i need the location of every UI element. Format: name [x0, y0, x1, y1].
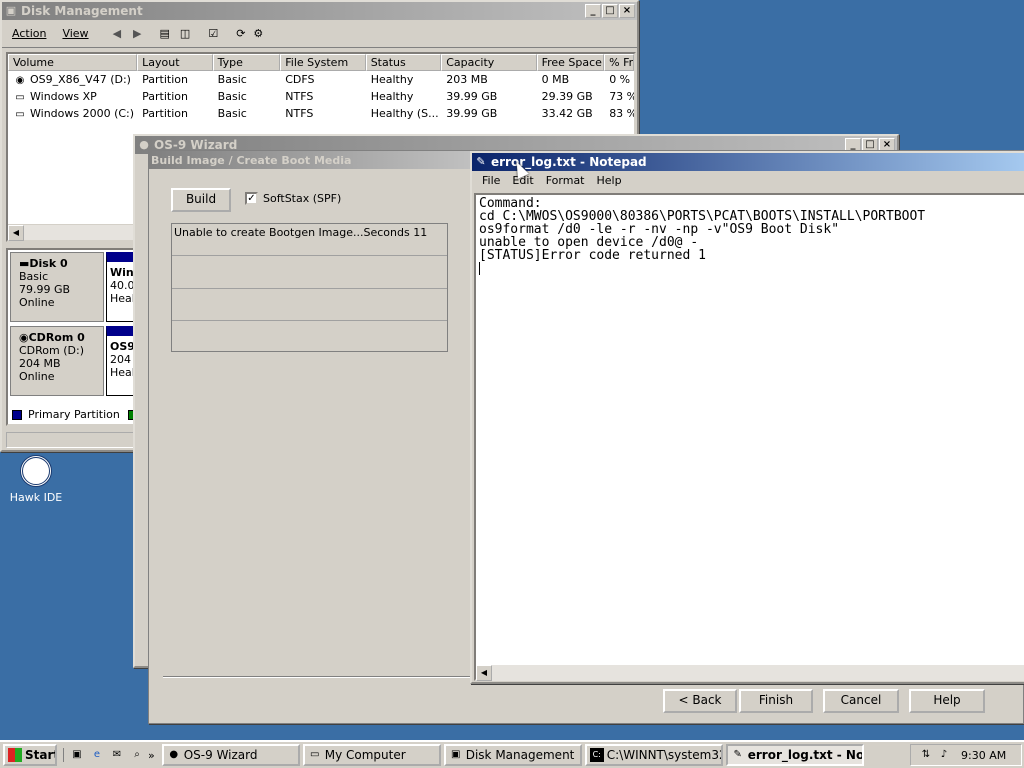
- menu-format[interactable]: Format: [540, 174, 591, 187]
- computer-management-icon: ▣: [451, 749, 461, 760]
- os9-logo-icon: ●: [169, 749, 179, 760]
- col-free-space[interactable]: Free Space: [536, 54, 605, 71]
- back-button[interactable]: < Back: [663, 689, 737, 713]
- menu-help[interactable]: Help: [591, 174, 628, 187]
- taskbar-item-cmd[interactable]: C:C:\WINNT\system32\...: [584, 744, 723, 766]
- softstax-checkbox-row[interactable]: ✓ SoftStax (SPF): [245, 192, 341, 205]
- notepad-icon: ✎: [476, 155, 486, 168]
- volume-icon[interactable]: ♪: [937, 748, 951, 762]
- show-hide-tree-icon[interactable]: ◫: [180, 27, 190, 40]
- disk-management-title: Disk Management: [21, 4, 143, 18]
- quick-launch: ▣ e ✉ ⌕ »: [63, 748, 159, 762]
- forward-arrow-icon[interactable]: ▶: [133, 27, 141, 40]
- table-row[interactable]: ◉ OS9_X86_V47 (D:) Partition Basic CDFS H…: [8, 71, 634, 88]
- chevron-more-icon[interactable]: »: [148, 749, 155, 762]
- col-filesystem[interactable]: File System: [280, 54, 366, 71]
- log-line: Unable to create Bootgen Image...Seconds…: [172, 224, 447, 256]
- cdrom-0-tile[interactable]: ◉CDRom 0 CDRom (D:) 204 MB Online: [10, 326, 104, 396]
- separator-line: [163, 676, 471, 678]
- internet-explorer-icon[interactable]: e: [90, 748, 104, 762]
- minimize-button[interactable]: _: [585, 4, 601, 18]
- finish-button[interactable]: Finish: [739, 689, 813, 713]
- rescan-icon[interactable]: ⚙: [253, 27, 263, 40]
- col-volume[interactable]: Volume: [8, 54, 138, 71]
- close-button[interactable]: ×: [619, 4, 635, 18]
- taskbar-item-my-computer[interactable]: ▭ My Computer: [302, 744, 441, 766]
- windows-logo-icon: [8, 748, 22, 762]
- notepad-icon: ✎: [733, 749, 742, 760]
- folder-up-icon[interactable]: ▤: [160, 27, 170, 40]
- notepad-content: Command: cd C:\MWOS\OS9000\80386\PORTS\P…: [479, 196, 926, 263]
- menu-file[interactable]: File: [476, 174, 506, 187]
- col-layout[interactable]: Layout: [137, 54, 213, 71]
- outlook-express-icon[interactable]: ✉: [110, 748, 124, 762]
- build-image-header: Build Image / Create Boot Media: [149, 151, 471, 169]
- refresh-icon[interactable]: ⟳: [236, 27, 245, 40]
- computer-management-icon: ▣: [5, 4, 17, 17]
- clock[interactable]: 9:30 AM: [961, 749, 1006, 762]
- notepad-hscrollbar[interactable]: ◀: [476, 665, 1024, 681]
- table-row[interactable]: ▭ Windows 2000 (C:) Partition Basic NTFS …: [8, 105, 634, 122]
- disk-icon: ▬: [19, 257, 30, 270]
- notepad-window: ✎ error_log.txt - Notepad File Edit Form…: [470, 151, 1024, 684]
- build-log: Unable to create Bootgen Image...Seconds…: [171, 223, 448, 352]
- cdrom-icon: ◉: [19, 331, 29, 344]
- system-tray: ⇅ ♪ 9:30 AM: [910, 744, 1022, 766]
- text-cursor: [479, 262, 480, 275]
- log-line: [172, 256, 447, 289]
- horizontal-scrollbar[interactable]: ◀: [8, 224, 138, 241]
- hard-drive-icon: ▭: [15, 109, 25, 120]
- col-percent-free[interactable]: % Fr: [604, 54, 634, 71]
- notepad-text-area[interactable]: Command: cd C:\MWOS\OS9000\80386\PORTS\P…: [474, 193, 1024, 681]
- table-row[interactable]: ▭ Windows XP Partition Basic NTFS Healthy…: [8, 88, 634, 105]
- taskbar-item-disk-management[interactable]: ▣ Disk Management: [443, 744, 582, 766]
- menu-view[interactable]: View: [62, 27, 88, 40]
- scroll-left-icon[interactable]: ◀: [8, 225, 24, 241]
- maximize-button[interactable]: □: [602, 4, 618, 18]
- cancel-button[interactable]: Cancel: [823, 689, 899, 713]
- primary-partition-swatch: [12, 409, 22, 420]
- col-capacity[interactable]: Capacity: [441, 54, 537, 71]
- cd-drive-icon: ◉: [15, 75, 25, 86]
- back-arrow-icon[interactable]: ◀: [113, 27, 121, 40]
- search-icon[interactable]: ⌕: [130, 748, 144, 762]
- hard-drive-icon: ▭: [15, 92, 25, 103]
- my-computer-icon: ▭: [310, 749, 320, 760]
- hawk-ide-shortcut[interactable]: Hawk IDE: [6, 455, 66, 504]
- col-type[interactable]: Type: [212, 54, 281, 71]
- scroll-left-icon[interactable]: ◀: [476, 665, 492, 681]
- hawk-ide-label: Hawk IDE: [9, 491, 63, 504]
- start-button[interactable]: Start: [3, 744, 57, 766]
- volume-list-header: Volume Layout Type File System Status Ca…: [8, 54, 634, 71]
- hawk-ide-icon: [20, 455, 52, 487]
- notepad-titlebar[interactable]: ✎ error_log.txt - Notepad: [472, 153, 1024, 171]
- menu-action[interactable]: Action: [12, 27, 46, 40]
- taskbar-item-notepad[interactable]: ✎error_log.txt - Not...: [725, 744, 864, 766]
- taskbar-item-os9-wizard[interactable]: ● OS-9 Wizard: [161, 744, 300, 766]
- cmd-prompt-icon: C:: [589, 748, 604, 762]
- build-button[interactable]: Build: [171, 188, 231, 212]
- properties-icon[interactable]: ☑: [208, 27, 218, 40]
- show-desktop-icon[interactable]: ▣: [70, 748, 84, 762]
- col-status[interactable]: Status: [365, 54, 442, 71]
- notepad-menubar: File Edit Format Help: [472, 171, 1024, 190]
- network-icon[interactable]: ⇅: [919, 748, 933, 762]
- log-line: [172, 289, 447, 321]
- help-button[interactable]: Help: [909, 689, 985, 713]
- taskbar: Start ▣ e ✉ ⌕ » ● OS-9 Wizard ▭ My Compute…: [0, 740, 1024, 768]
- softstax-checkbox[interactable]: ✓: [245, 192, 258, 205]
- partition-legend: Primary Partition E: [12, 408, 149, 421]
- disk-0-tile[interactable]: ▬Disk 0 Basic 79.99 GB Online: [10, 252, 104, 322]
- disk-management-titlebar[interactable]: ▣ Disk Management _ □ ×: [2, 2, 637, 20]
